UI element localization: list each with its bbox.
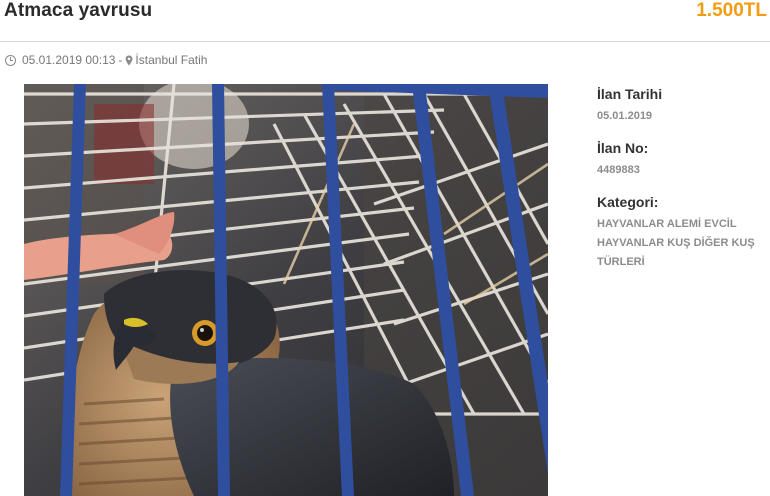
category-line[interactable]: TÜRLERİ xyxy=(597,253,767,272)
category-line[interactable]: HAYVANLAR KUŞ DİĞER KUŞ xyxy=(597,234,767,253)
listing-title: Atmaca yavrusu xyxy=(4,0,153,21)
listing-date-label: İlan Tarihi xyxy=(597,86,663,102)
listing-header: Atmaca yavrusu 1.500TL xyxy=(0,0,770,42)
category-line[interactable]: HAYVANLAR ALEMİ EVCİL xyxy=(597,215,767,234)
listing-number-block: İlan No: 4489883 xyxy=(597,140,767,180)
meta-separator: - xyxy=(118,53,123,67)
listing-number-value: 4489883 xyxy=(597,164,640,176)
listing-price: 1.500TL xyxy=(696,0,767,21)
listing-category-label: Kategori: xyxy=(597,194,659,210)
listing-datetime: 05.01.2019 00:13 xyxy=(22,53,116,67)
listing-category-block: Kategori: HAYVANLAR ALEMİ EVCİL HAYVANLA… xyxy=(597,194,767,272)
listing-details: İlan Tarihi 05.01.2019 İlan No: 4489883 … xyxy=(597,86,767,286)
listing-location[interactable]: İstanbul Fatih xyxy=(135,53,207,67)
listing-date-block: İlan Tarihi 05.01.2019 xyxy=(597,86,767,126)
listing-photo[interactable] xyxy=(24,84,548,496)
listing-number-label: İlan No: xyxy=(597,140,649,156)
clock-icon xyxy=(5,54,16,66)
listing-meta: 05.01.2019 00:13 - İstanbul Fatih xyxy=(5,52,207,68)
bird-in-cage-image xyxy=(24,84,548,496)
map-pin-icon xyxy=(126,55,133,65)
listing-date-value: 05.01.2019 xyxy=(597,110,653,122)
